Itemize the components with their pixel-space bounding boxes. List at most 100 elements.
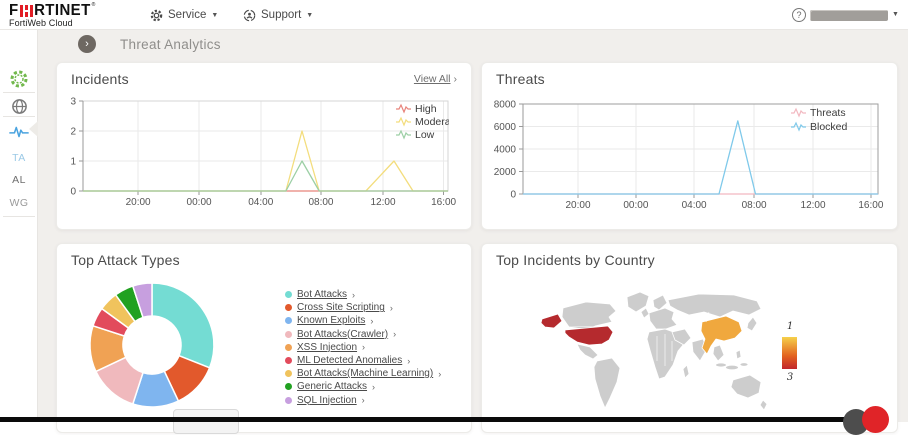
attack-type-link[interactable]: SQL Injection — [297, 395, 357, 406]
svg-text:2000: 2000 — [494, 167, 517, 178]
scale-max-label: 1 — [778, 321, 802, 332]
sidebar-divider — [3, 216, 35, 217]
attack-type-legend-item: Known Exploits› — [285, 314, 441, 327]
product-name: FortiWeb Cloud — [9, 19, 95, 28]
legend-label-blocked[interactable]: Blocked — [810, 121, 848, 133]
legend-dot-icon — [285, 331, 292, 338]
legend-label-threats[interactable]: Threats — [810, 107, 846, 119]
sidebar-item-al[interactable]: AL — [0, 174, 38, 186]
chevron-right-icon: › — [438, 369, 441, 379]
svg-text:2: 2 — [70, 127, 76, 138]
legend-label-low[interactable]: Low — [415, 129, 435, 141]
incidents-line-chart[interactable]: 012320:0000:0004:0008:0012:0016:00HighMo… — [57, 93, 473, 225]
chevron-right-icon: › — [352, 290, 355, 300]
fortinet-logo: F RTINET ® FortiWeb Cloud — [9, 3, 95, 28]
country-se-asia — [713, 345, 724, 361]
svg-text:16:00: 16:00 — [858, 200, 883, 211]
attack-types-card-title: Top Attack Types — [71, 252, 180, 268]
sidebar-item-ta[interactable]: TA — [0, 152, 38, 164]
svg-text:0: 0 — [510, 190, 516, 201]
svg-text:20:00: 20:00 — [566, 200, 591, 211]
attack-type-link[interactable]: Cross Site Scripting — [297, 302, 385, 313]
sidebar-item-global[interactable] — [0, 98, 38, 115]
attack-type-link[interactable]: XSS Injection — [297, 342, 357, 353]
view-all-link[interactable]: View All› — [414, 73, 457, 85]
svg-text:8000: 8000 — [494, 100, 517, 111]
country-russia — [668, 294, 761, 317]
sidebar-item-settings[interactable] — [0, 69, 38, 89]
svg-text:00:00: 00:00 — [623, 200, 648, 211]
country-uk — [641, 308, 649, 318]
sidebar-divider — [3, 92, 35, 93]
country-europe — [649, 308, 677, 329]
legend-dot-icon — [285, 317, 292, 324]
gear-icon — [150, 9, 163, 22]
pulse-icon — [9, 125, 29, 139]
country-japan — [747, 317, 757, 331]
scale-min-label: 3 — [778, 372, 802, 383]
attack-type-link[interactable]: Known Exploits — [297, 315, 365, 326]
donut-segment-bot-attacks[interactable] — [152, 283, 214, 368]
top-navigation-bar: F RTINET ® FortiWeb Cloud Service ▼ Supp… — [0, 0, 908, 30]
world-map[interactable] — [534, 286, 774, 421]
sidebar-item-wg[interactable]: WG — [0, 197, 38, 209]
chevron-right-icon: › — [454, 73, 458, 85]
country-south-america — [594, 358, 620, 408]
chevron-down-icon: ▼ — [306, 12, 313, 19]
attack-types-legend: Bot Attacks›Cross Site Scripting›Known E… — [285, 288, 441, 407]
svg-text:00:00: 00:00 — [187, 197, 212, 208]
attack-type-link[interactable]: Generic Attacks — [297, 381, 367, 392]
account-name-redacted[interactable] — [810, 10, 888, 21]
threats-card-title: Threats — [496, 71, 545, 87]
chat-floating-button[interactable] — [862, 406, 889, 433]
top-incidents-by-country-card: Top Incidents by Country — [481, 243, 898, 433]
svg-text:12:00: 12:00 — [801, 200, 826, 211]
svg-text:16:00: 16:00 — [431, 197, 456, 208]
attack-type-link[interactable]: Bot Attacks(Crawler) — [297, 329, 388, 340]
map-color-scale — [782, 337, 797, 369]
help-icon[interactable]: ? — [792, 8, 806, 22]
collapse-chevron-button[interactable]: › — [78, 35, 96, 53]
support-menu[interactable]: Support ▼ — [243, 0, 313, 30]
left-sidebar: TA AL WG — [0, 30, 38, 422]
legend-dot-icon — [285, 370, 292, 377]
attack-type-legend-item: SQL Injection› — [285, 394, 441, 407]
service-menu[interactable]: Service ▼ — [150, 0, 218, 30]
svg-text:1: 1 — [70, 157, 76, 168]
top-attack-types-card: Top Attack Types Bot Attacks›Cross Site … — [56, 243, 472, 433]
page-header: › Threat Analytics — [38, 30, 908, 58]
active-item-notch — [29, 121, 38, 137]
attack-type-legend-item: Cross Site Scripting › — [285, 301, 441, 314]
svg-text:6000: 6000 — [494, 122, 517, 133]
attack-types-donut-chart[interactable] — [77, 270, 227, 420]
support-menu-label: Support — [261, 9, 301, 21]
chevron-right-icon: › — [362, 342, 365, 352]
country-indonesia-2 — [726, 365, 739, 370]
country-usa-alaska[interactable] — [541, 314, 562, 328]
legend-label-moderate[interactable]: Moderate — [415, 116, 460, 128]
account-chevron-down-icon[interactable]: ▼ — [892, 11, 899, 18]
logo-text-suffix: RTINET — [34, 3, 91, 19]
chevron-right-icon: › — [390, 303, 393, 313]
attack-type-link[interactable]: Bot Attacks — [297, 289, 347, 300]
country-indonesia-1 — [716, 363, 727, 367]
legend-label-high[interactable]: High — [415, 103, 437, 115]
country-madagascar — [683, 365, 689, 378]
svg-text:08:00: 08:00 — [742, 200, 767, 211]
svg-text:04:00: 04:00 — [682, 200, 707, 211]
green-gear-icon — [9, 69, 29, 89]
support-icon — [243, 9, 256, 22]
country-australia — [731, 375, 761, 398]
country-usa[interactable] — [565, 326, 613, 345]
sidebar-divider — [3, 116, 35, 117]
country-new-zealand — [760, 400, 767, 410]
legend-dot-icon — [285, 344, 292, 351]
threats-line-chart[interactable]: 0200040006000800020:0000:0004:0008:0012:… — [482, 93, 899, 225]
attack-type-legend-item: XSS Injection › — [285, 341, 441, 354]
incidents-card: Incidents View All› 012320:0000:0004:000… — [56, 62, 472, 230]
page-title: Threat Analytics — [120, 37, 221, 52]
attack-type-legend-item: Generic Attacks› — [285, 380, 441, 393]
attack-type-link[interactable]: ML Detected Anomalies — [297, 355, 402, 366]
attack-type-link[interactable]: Bot Attacks(Machine Learning) — [297, 368, 433, 379]
globe-icon — [11, 98, 28, 115]
